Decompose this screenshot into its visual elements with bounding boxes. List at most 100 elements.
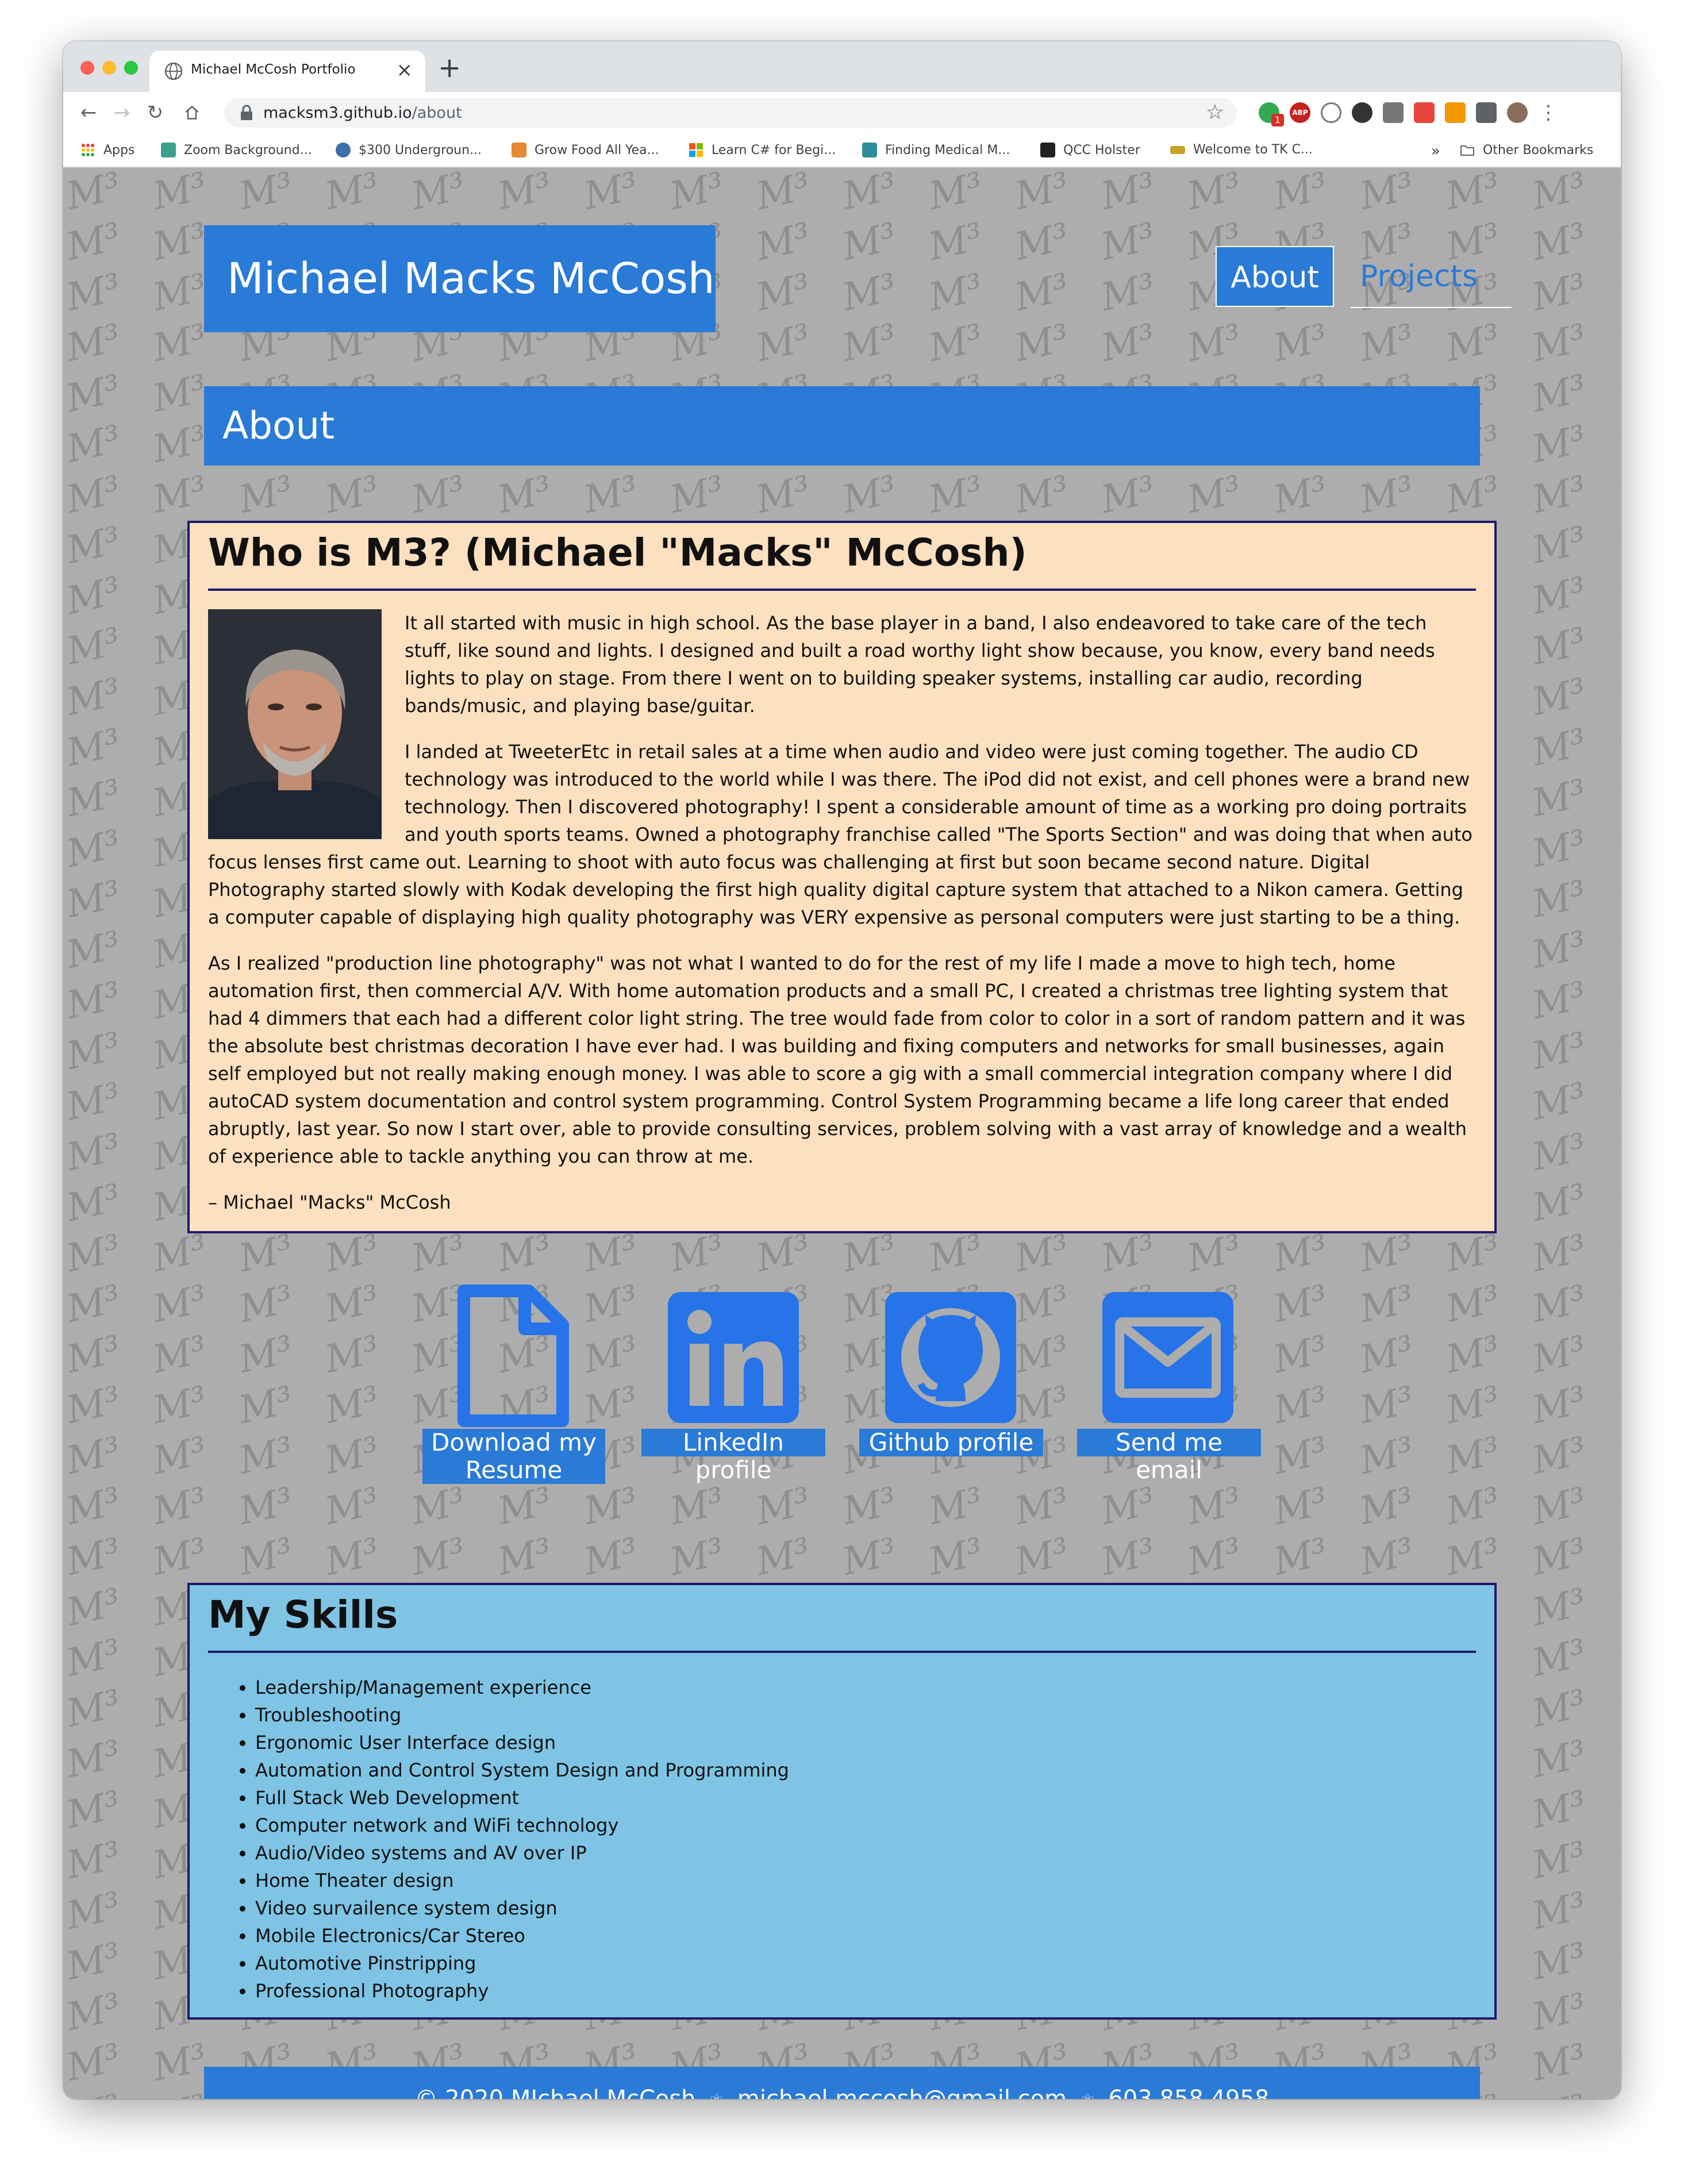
minimize-window-button[interactable]: [102, 61, 116, 75]
adblock-icon[interactable]: ABP: [1290, 102, 1310, 123]
bookmark-item[interactable]: Welcome to TK C...: [1170, 143, 1313, 157]
atom-icon: ⚛: [1074, 2091, 1101, 2099]
bookmark-label: Zoom Background...: [184, 143, 312, 157]
page-viewport[interactable]: M³ Michael Macks McCosh About Projects A…: [63, 169, 1621, 2099]
page-footer: © 2020 MIchael McCosh ⚛ michael.mccosh@g…: [204, 2067, 1480, 2099]
skills-card: My Skills Leadership/Management experien…: [187, 1583, 1497, 2020]
site-brand[interactable]: Michael Macks McCosh: [204, 225, 716, 332]
bookmarks-bar: Apps Zoom Background... $300 Undergroun.…: [63, 133, 1621, 168]
skills-heading: My Skills: [208, 1585, 1476, 1653]
maximize-window-button[interactable]: [124, 61, 138, 75]
close-window-button[interactable]: [80, 61, 94, 75]
tab-title: Michael McCosh Portfolio: [191, 62, 356, 77]
extension-icon[interactable]: [1321, 102, 1341, 123]
about-paragraph: I landed at TweeterEtc in retail sales a…: [208, 741, 1472, 928]
other-bookmarks-folder[interactable]: Other Bookmarks: [1460, 143, 1593, 157]
site-icon: [161, 143, 176, 157]
drive-icon[interactable]: [1383, 102, 1404, 123]
about-paragraph: As I realized "production line photograp…: [208, 952, 1467, 1167]
footer-email[interactable]: michael.mccosh@gmail.com: [737, 2086, 1067, 2099]
bookmark-item[interactable]: Learn C# for Begi...: [689, 143, 836, 157]
browser-tab[interactable]: Michael McCosh Portfolio ×: [149, 51, 425, 92]
portrait-photo: [208, 609, 382, 839]
bookmark-item[interactable]: QCC Holster: [1040, 143, 1140, 157]
bookmark-label: QCC Holster: [1063, 143, 1140, 157]
bookmark-label: Learn C# for Begi...: [712, 143, 836, 157]
skill-item: Home Theater design: [255, 1867, 1476, 1894]
skill-item: Full Stack Web Development: [255, 1784, 1476, 1812]
site-icon: [862, 143, 877, 157]
forward-icon[interactable]: →: [108, 99, 136, 126]
extension-icon[interactable]: [1445, 102, 1466, 123]
url-host: macksm3.github.io: [263, 104, 412, 122]
skill-item: Video survailence system design: [255, 1894, 1476, 1922]
extension-badge: 1: [1271, 114, 1284, 126]
footer-copyright: © 2020 MIchael McCosh: [414, 2086, 696, 2099]
bookmark-item[interactable]: Grow Food All Yea...: [512, 143, 659, 157]
microsoft-icon: [689, 143, 703, 157]
skill-item: Audio/Video systems and AV over IP: [255, 1839, 1476, 1867]
more-menu-icon[interactable]: ⋮: [1535, 99, 1562, 126]
bookmark-star-icon[interactable]: ☆: [1206, 100, 1224, 125]
folder-icon: [1460, 145, 1474, 156]
nav-link-about[interactable]: About: [1216, 246, 1334, 307]
puzzle-icon[interactable]: [1476, 102, 1497, 123]
site-icon: [1040, 143, 1055, 157]
email-link-label[interactable]: Send me email: [1077, 1429, 1261, 1484]
address-bar[interactable]: macksm3.github.io/about ☆: [224, 98, 1237, 128]
about-body: It all started with music in high school…: [208, 609, 1476, 1216]
about-signature: – Michael "Macks" McCosh: [208, 1191, 451, 1213]
skill-item: Troubleshooting: [255, 1701, 1476, 1729]
extension-icon[interactable]: [1414, 102, 1435, 123]
resume-link-label[interactable]: Download my Resume: [422, 1429, 605, 1484]
resume-label-line1: Download my: [431, 1428, 597, 1456]
skill-item: Automotive Pinstripping: [255, 1950, 1476, 1977]
bookmark-label: Welcome to TK C...: [1193, 143, 1313, 157]
site-icon: [1170, 145, 1185, 154]
about-heading: Who is M3? (Michael "Macks" McCosh): [208, 523, 1476, 591]
reload-icon[interactable]: ↻: [141, 99, 169, 126]
envelope-icon[interactable]: [1102, 1292, 1233, 1423]
github-link-label[interactable]: Github profile: [859, 1429, 1043, 1456]
url-text: macksm3.github.io/about: [263, 104, 462, 122]
contact-links: Download my Resume LinkedIn profile Gith…: [63, 1284, 1621, 1525]
skill-item: Computer network and WiFi technology: [255, 1812, 1476, 1839]
skills-list: Leadership/Management experience Trouble…: [208, 1674, 1476, 2005]
extension-icon[interactable]: [1352, 102, 1372, 123]
footer-phone: 603.858.4958: [1108, 2086, 1270, 2099]
back-icon[interactable]: ←: [75, 99, 102, 126]
more-bookmarks-button[interactable]: »: [1431, 143, 1440, 160]
tab-close-icon[interactable]: ×: [397, 59, 413, 82]
linkedin-icon[interactable]: [668, 1292, 799, 1423]
bookmark-label: $300 Undergroun...: [359, 143, 482, 157]
wordpress-icon: [336, 143, 351, 157]
skill-item: Leadership/Management experience: [255, 1674, 1476, 1701]
bookmark-item[interactable]: Zoom Background...: [161, 143, 312, 157]
bookmark-item[interactable]: Finding Medical M...: [862, 143, 1010, 157]
bookmark-item[interactable]: Apps: [80, 143, 134, 157]
profile-avatar[interactable]: [1507, 102, 1528, 123]
browser-toolbar: ← → ↻ macksm3.github.io/about ☆ 1 ABP ⋮: [63, 92, 1621, 133]
tab-strip: Michael McCosh Portfolio × +: [63, 41, 1621, 92]
bookmark-label: Apps: [103, 143, 135, 157]
about-paragraph: It all started with music in high school…: [405, 612, 1435, 717]
nav-link-projects[interactable]: Projects: [1351, 246, 1512, 308]
new-tab-button[interactable]: +: [438, 52, 461, 84]
globe-icon: [164, 62, 183, 80]
resume-label-line2: Resume: [465, 1456, 563, 1484]
about-card: Who is M3? (Michael "Macks" McCosh) It a…: [187, 521, 1497, 1233]
home-icon[interactable]: [178, 99, 206, 126]
bookmark-label: Other Bookmarks: [1483, 143, 1594, 157]
lock-icon: [241, 105, 252, 120]
bookmark-item[interactable]: $300 Undergroun...: [336, 143, 482, 157]
site-icon: [512, 143, 526, 157]
bookmark-label: Grow Food All Yea...: [535, 143, 659, 157]
document-icon[interactable]: [457, 1284, 570, 1428]
apps-grid-icon: [82, 144, 94, 156]
bookmark-label: Finding Medical M...: [885, 143, 1010, 157]
browser-window: Michael McCosh Portfolio × + ← → ↻ macks…: [63, 41, 1621, 2099]
linkedin-link-label[interactable]: LinkedIn profile: [641, 1429, 825, 1484]
github-icon[interactable]: [885, 1292, 1016, 1423]
skill-item: Professional Photography: [255, 1977, 1476, 2005]
skill-item: Automation and Control System Design and…: [255, 1756, 1476, 1784]
